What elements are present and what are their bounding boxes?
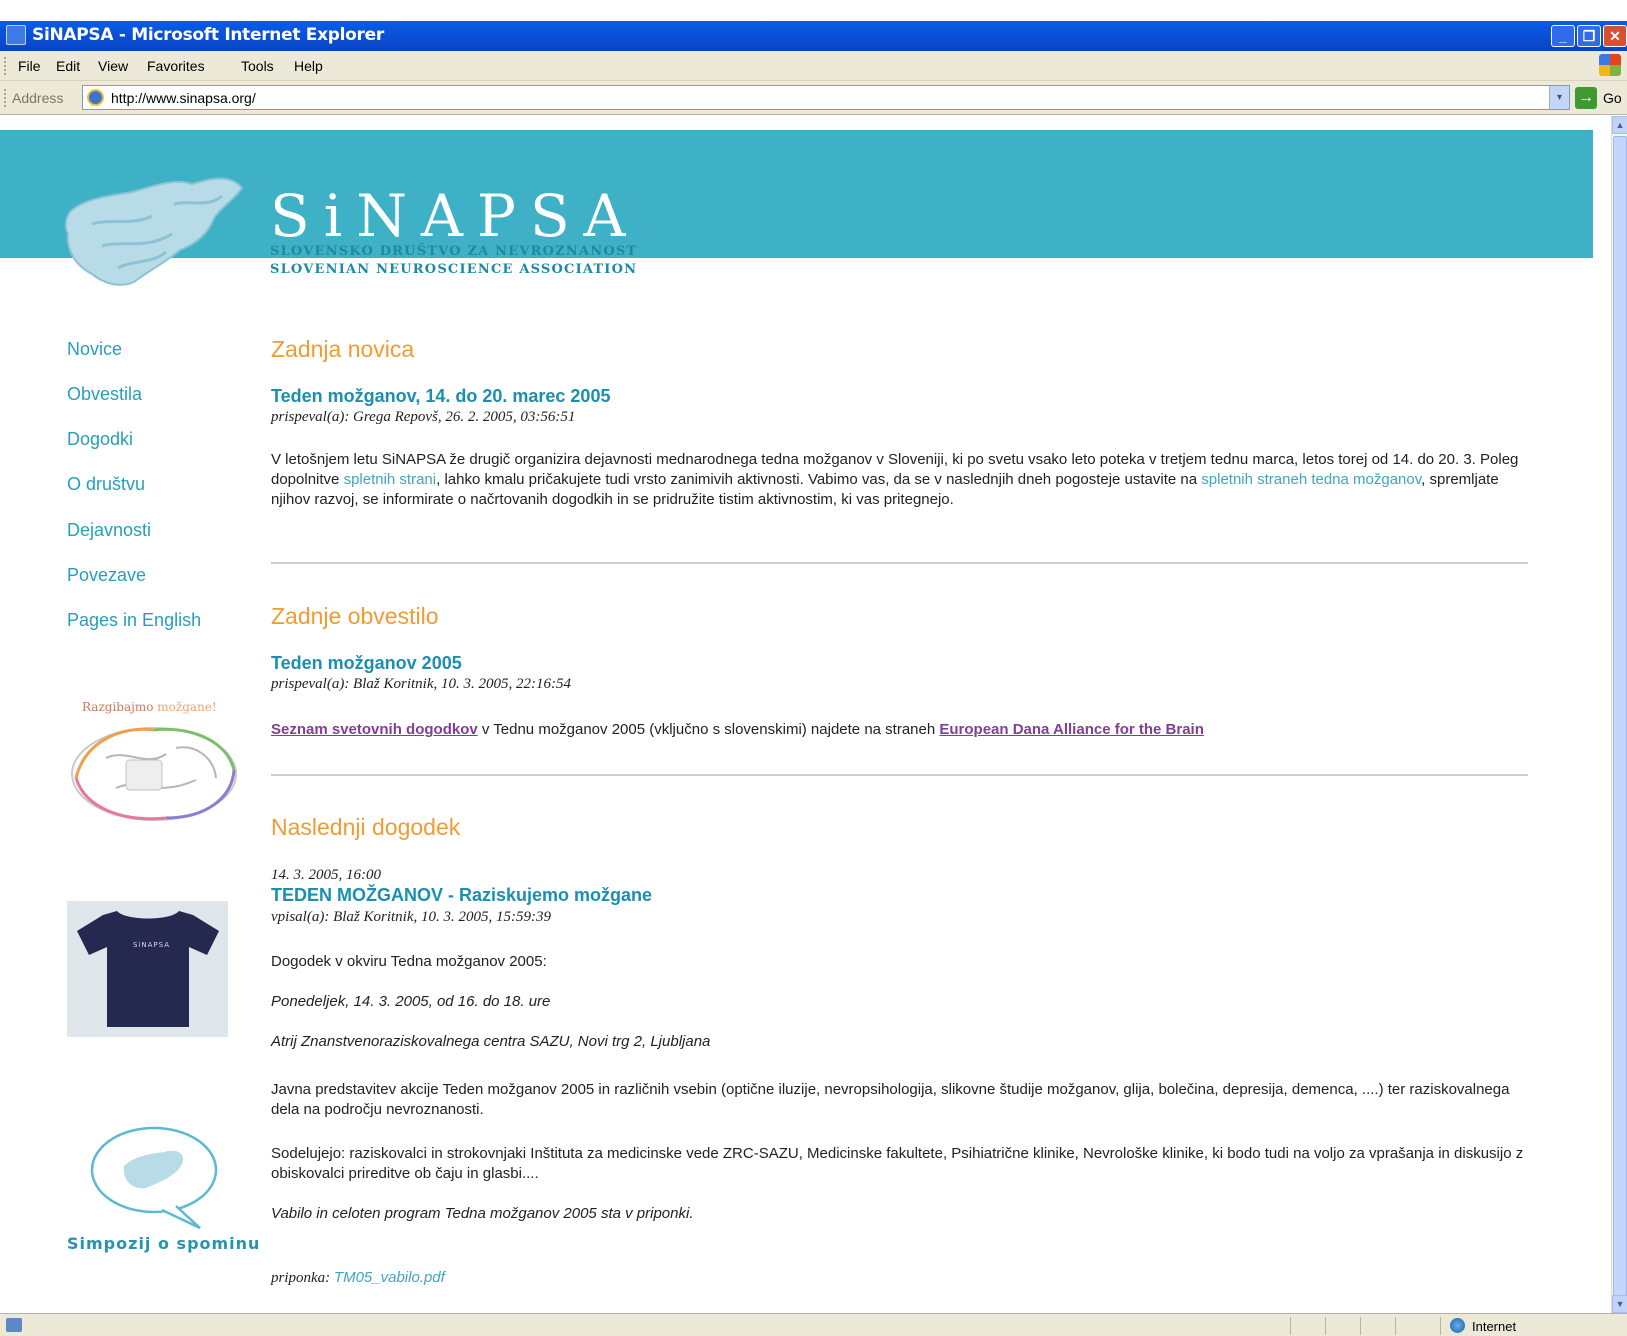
brain-puzzle-image[interactable]	[66, 718, 241, 828]
status-separator	[1440, 1317, 1441, 1335]
page-icon	[87, 89, 104, 106]
site-title[interactable]: SiNAPSA	[270, 182, 640, 250]
scroll-thumb[interactable]	[1613, 136, 1627, 1296]
news-link-spletnih-strani[interactable]: spletnih strani	[344, 471, 437, 488]
menu-file[interactable]: File	[18, 58, 41, 74]
site-subtitle-sl: SLOVENSKO DRUŠTVO ZA NEVROZNANOST	[270, 244, 638, 259]
status-separator	[1395, 1317, 1396, 1335]
go-button[interactable]: Go	[1603, 90, 1622, 106]
address-bar: Address http://www.sinapsa.org/ ▾ → Go	[0, 81, 1627, 115]
notice-link-dana-alliance[interactable]: European Dana Alliance for the Brain	[939, 721, 1204, 738]
address-input[interactable]: http://www.sinapsa.org/ ▾	[82, 85, 1570, 110]
status-separator	[1290, 1317, 1291, 1335]
event-heading: Naslednji dogodek	[271, 814, 461, 840]
simpozij-speech-bubble-image[interactable]	[90, 1126, 220, 1231]
nav-pages-in-english[interactable]: Pages in English	[67, 610, 201, 631]
news-body: V letošnjem letu SiNAPSA že drugič organ…	[271, 451, 1519, 508]
nav-povezave[interactable]: Povezave	[67, 565, 146, 586]
nav-obvestila[interactable]: Obvestila	[67, 384, 142, 405]
attachment-link[interactable]: TM05_vabilo.pdf	[334, 1269, 445, 1286]
event-p2: Ponedeljek, 14. 3. 2005, od 16. do 18. u…	[271, 993, 551, 1010]
site-subtitle-en: SLOVENIAN NEUROSCIENCE ASSOCIATION	[270, 262, 638, 277]
go-arrow-icon[interactable]: →	[1575, 87, 1597, 109]
news-link-spletnih-straneh[interactable]: spletnih straneh tedna možganov	[1201, 471, 1421, 488]
event-attachment: priponka: TM05_vabilo.pdf	[271, 1269, 445, 1286]
tshirt-image[interactable]: SiNAPSA	[67, 901, 228, 1037]
nav-dogodki[interactable]: Dogodki	[67, 429, 133, 450]
menu-tools[interactable]: Tools	[241, 58, 274, 74]
event-p5: Sodelujejo: raziskovalci in strokovnjaki…	[271, 1145, 1524, 1182]
brain-caption: Razgibajmo možgane!	[82, 700, 217, 714]
menu-view[interactable]: View	[98, 58, 128, 74]
tshirt-icon	[77, 911, 219, 1027]
notice-title[interactable]: Teden možganov 2005	[271, 653, 462, 674]
menu-edit[interactable]: Edit	[56, 58, 80, 74]
ie-app-icon[interactable]	[6, 25, 26, 45]
tshirt-print: SiNAPSA	[133, 941, 170, 949]
notice-body: Seznam svetovnih dogodkov v Tednu možgan…	[271, 721, 1204, 738]
event-meta: vpisal(a): Blaž Koritnik, 10. 3. 2005, 1…	[271, 909, 551, 925]
event-p6: Vabilo in celoten program Tedna možganov…	[271, 1205, 694, 1222]
notice-meta: prispeval(a): Blaž Koritnik, 10. 3. 2005…	[271, 676, 571, 692]
address-label: Address	[12, 90, 64, 106]
toolbar-grip[interactable]	[4, 89, 7, 107]
page-content: SiNAPSA SLOVENSKO DRUŠTVO ZA NEVROZNANOS…	[0, 116, 1611, 1313]
status-bar: Internet	[0, 1313, 1627, 1336]
close-button[interactable]: ✕	[1603, 25, 1627, 47]
internet-zone-icon	[1450, 1318, 1465, 1333]
news-heading: Zadnja novica	[271, 336, 415, 362]
scroll-down-icon[interactable]: ▼	[1612, 1295, 1627, 1313]
event-title[interactable]: TEDEN MOŽGANOV - Raziskujemo možgane	[271, 885, 652, 906]
vertical-scrollbar[interactable]: ▲ ▼	[1611, 116, 1627, 1313]
nav-o-drustvu[interactable]: O društvu	[67, 474, 145, 495]
minimize-button[interactable]: _	[1551, 25, 1575, 47]
menu-help[interactable]: Help	[294, 58, 323, 74]
event-p3: Atrij Znanstvenoraziskovalnega centra SA…	[271, 1033, 711, 1050]
section-divider	[271, 774, 1528, 776]
news-title[interactable]: Teden možganov, 14. do 20. marec 2005	[271, 386, 610, 407]
menu-bar: File Edit View Favorites Tools Help	[0, 51, 1627, 81]
event-p1: Dogodek v okviru Tedna možganov 2005:	[271, 953, 547, 970]
address-url[interactable]: http://www.sinapsa.org/	[111, 90, 256, 106]
simpozij-caption[interactable]: Simpozij o spominu	[67, 1234, 260, 1253]
title-bar: SiNAPSA - Microsoft Internet Explorer _ …	[0, 0, 1627, 51]
status-separator	[1325, 1317, 1326, 1335]
windows-logo-icon	[1599, 54, 1621, 76]
status-separator	[1360, 1317, 1361, 1335]
address-dropdown-button[interactable]: ▾	[1549, 86, 1569, 109]
section-divider	[271, 562, 1528, 564]
notice-link-seznam[interactable]: Seznam svetovnih dogodkov	[271, 721, 478, 738]
scroll-up-icon[interactable]: ▲	[1612, 116, 1627, 134]
security-zone-label: Internet	[1472, 1319, 1517, 1334]
maximize-button[interactable]: ❐	[1577, 25, 1601, 47]
nav-dejavnosti[interactable]: Dejavnosti	[67, 520, 151, 541]
event-p4: Javna predstavitev akcije Teden možganov…	[271, 1081, 1510, 1118]
toolbar-grip[interactable]	[4, 57, 7, 75]
slovenia-map-logo[interactable]	[62, 174, 252, 294]
notice-heading: Zadnje obvestilo	[271, 603, 439, 629]
event-datetime: 14. 3. 2005, 16:00	[271, 867, 381, 883]
window-title: SiNAPSA - Microsoft Internet Explorer	[32, 25, 384, 45]
news-meta: prispeval(a): Grega Repovš, 26. 2. 2005,…	[271, 409, 576, 425]
menu-favorites[interactable]: Favorites	[147, 58, 205, 74]
page-status-icon	[6, 1318, 22, 1332]
nav-novice[interactable]: Novice	[67, 339, 122, 360]
